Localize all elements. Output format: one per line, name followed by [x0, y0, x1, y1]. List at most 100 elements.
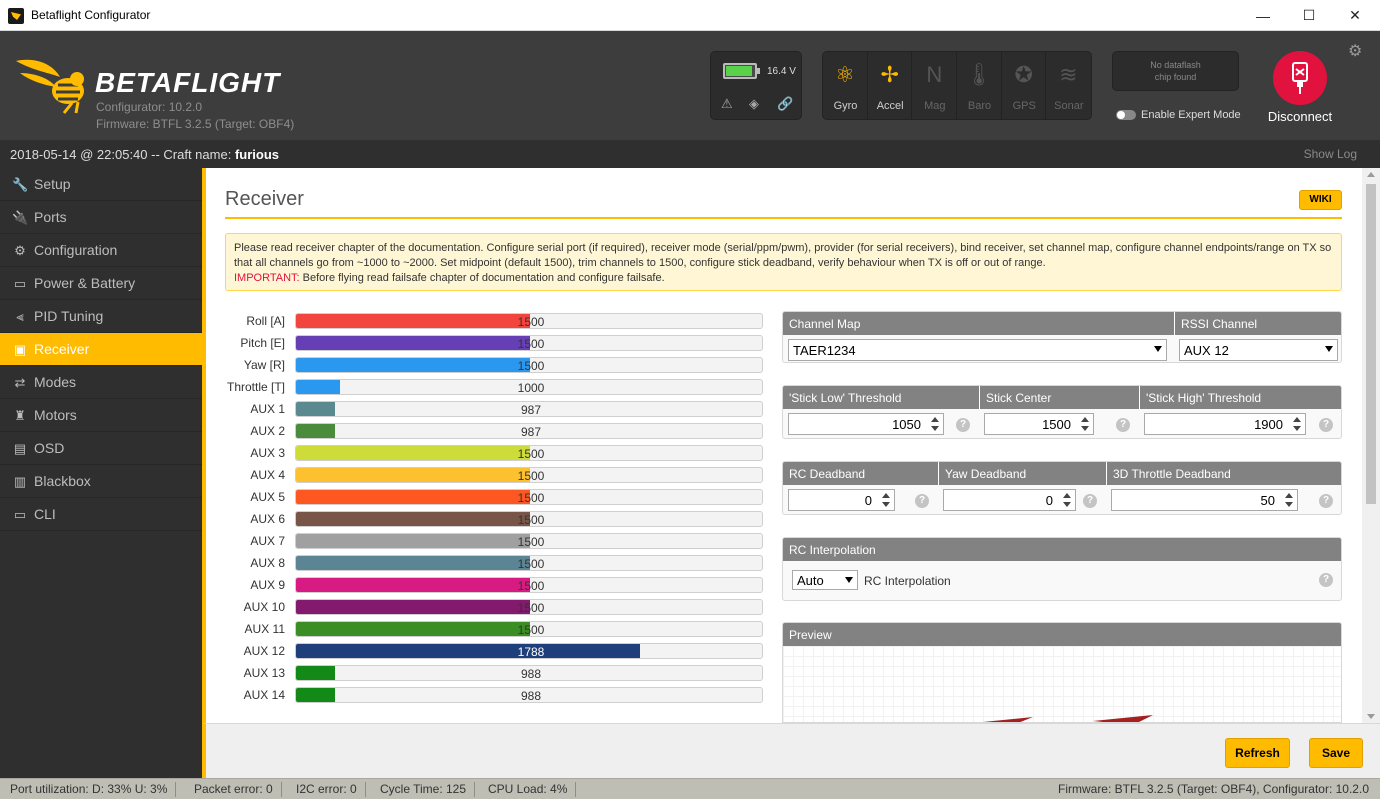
gear-icon[interactable]: ⚙: [1348, 41, 1362, 61]
disconnect-label[interactable]: Disconnect: [1254, 109, 1346, 124]
note-important-label: IMPORTANT:: [234, 272, 300, 284]
rc-deadband-input[interactable]: 0: [788, 489, 895, 511]
configuration-icon: ⚙: [14, 243, 26, 258]
content-scrollbar[interactable]: [1362, 168, 1380, 723]
sidebar-item-modes[interactable]: ⇄ Modes: [0, 366, 202, 399]
stepper-icon[interactable]: [1292, 416, 1302, 432]
help-icon[interactable]: ?: [1083, 494, 1097, 508]
sidebar-item-osd[interactable]: ▤ OSD: [0, 432, 202, 465]
channel-label: AUX 7: [250, 534, 285, 548]
channel-bar: 987: [295, 423, 763, 439]
sidebar-item-power-battery[interactable]: ▭ Power & Battery: [0, 267, 202, 300]
rssi-channel-select[interactable]: AUX 12: [1179, 339, 1338, 361]
sidebar-item-ports[interactable]: 🔌 Ports: [0, 201, 202, 234]
channel-label: AUX 8: [250, 556, 285, 570]
sensor-label: GPS: [1012, 100, 1036, 112]
stepper-icon[interactable]: [1284, 492, 1294, 508]
channel-bar: 1500: [295, 555, 763, 571]
help-icon[interactable]: ?: [1319, 573, 1333, 587]
rc-interpolation-select[interactable]: Auto: [792, 570, 858, 590]
ports-icon: 🔌: [12, 210, 29, 225]
close-button[interactable]: ✕: [1332, 0, 1378, 31]
stick-high-header: 'Stick High' Threshold: [1139, 386, 1341, 409]
stepper-icon[interactable]: [881, 492, 891, 508]
channel-label: AUX 10: [243, 600, 285, 614]
expert-mode-toggle[interactable]: Enable Expert Mode: [1116, 109, 1241, 121]
rc-interpolation-label: RC Interpolation: [864, 574, 951, 588]
disconnect-button[interactable]: [1273, 51, 1327, 105]
gps-sensor-icon: ✪: [1014, 62, 1033, 87]
sidebar-item-motors[interactable]: ♜ Motors: [0, 399, 202, 432]
sensor-label: Baro: [967, 100, 992, 112]
sidebar-item-label: PID Tuning: [34, 308, 104, 324]
setup-icon: 🔧: [12, 177, 29, 192]
stick-low-value: 1050: [892, 417, 921, 432]
stick-center-input[interactable]: 1500: [984, 413, 1094, 435]
receiver-instructions: Please read receiver chapter of the docu…: [225, 233, 1342, 291]
stick-low-input[interactable]: 1050: [788, 413, 944, 435]
throttle-3d-deadband-input[interactable]: 50: [1111, 489, 1298, 511]
sensor-label: Accel: [876, 100, 904, 112]
refresh-button[interactable]: Refresh: [1225, 738, 1290, 768]
stepper-icon[interactable]: [930, 416, 940, 432]
scroll-thumb[interactable]: [1366, 184, 1376, 504]
content-toolbar: Refresh Save: [202, 723, 1380, 778]
packet-error: Packet error: 0: [194, 782, 282, 797]
sidebar-item-pid-tuning[interactable]: ⫷ PID Tuning: [0, 300, 202, 333]
sidebar-item-configuration[interactable]: ⚙ Configuration: [0, 234, 202, 267]
scroll-down-icon[interactable]: [1367, 714, 1375, 719]
yaw-deadband-header: Yaw Deadband: [938, 462, 1106, 485]
maximize-button[interactable]: ☐: [1286, 0, 1332, 31]
sensor-panel: ⚛ Gyro ✢ Accel N Mag 🌡 Baro ✪ GPS ≋ Sonar: [822, 51, 1092, 120]
minimize-button[interactable]: —: [1240, 0, 1286, 31]
dataflash-status: No dataflash chip found: [1112, 51, 1239, 91]
sidebar-item-blackbox[interactable]: ▥ Blackbox: [0, 465, 202, 498]
channel-label: Throttle [T]: [226, 380, 285, 394]
channel-value: 1500: [517, 623, 545, 637]
channel-bar: 1000: [295, 379, 763, 395]
rc-interpolation-value: Auto: [797, 573, 824, 588]
scroll-up-icon[interactable]: [1367, 172, 1375, 177]
stick-low-header: 'Stick Low' Threshold: [783, 386, 979, 409]
channel-label: AUX 9: [250, 578, 285, 592]
sidebar-item-setup[interactable]: 🔧 Setup: [0, 168, 202, 201]
stick-high-input[interactable]: 1900: [1144, 413, 1306, 435]
wiki-button[interactable]: WIKI: [1299, 190, 1342, 210]
channel-map-header: Channel Map: [783, 312, 1174, 335]
help-icon[interactable]: ?: [956, 418, 970, 432]
channel-value: 1788: [517, 645, 545, 659]
craft-name: furious: [234, 147, 280, 162]
channel-label: AUX 14: [243, 688, 285, 702]
sensor-mag: N Mag: [912, 52, 958, 119]
sidebar-item-cli[interactable]: ▭ CLI: [0, 498, 202, 531]
cpu-load: CPU Load: 4%: [488, 782, 577, 797]
channel-label: AUX 13: [243, 666, 285, 680]
channel-label: Pitch [E]: [240, 336, 285, 350]
help-icon[interactable]: ?: [1319, 494, 1333, 508]
yaw-deadband-input[interactable]: 0: [943, 489, 1076, 511]
channel-value: 1500: [517, 535, 545, 549]
rc-deadband-header: RC Deadband: [783, 462, 938, 485]
firmware-info: Firmware: BTFL 3.2.5 (Target: OBF4): [96, 117, 295, 131]
channel-map-select[interactable]: TAER1234: [788, 339, 1167, 361]
battery-voltage: 16.4 V: [767, 66, 796, 77]
channel-label: Yaw [R]: [243, 358, 285, 372]
help-icon[interactable]: ?: [915, 494, 929, 508]
failsafe-icon: ◈: [749, 96, 759, 111]
help-icon[interactable]: ?: [1319, 418, 1333, 432]
deadbands-panel: RC Deadband Yaw Deadband 3D Throttle Dea…: [782, 461, 1342, 515]
sensor-sonar: ≋ Sonar: [1046, 52, 1091, 119]
stepper-icon[interactable]: [1080, 416, 1090, 432]
link-icon: 🔗: [777, 96, 794, 111]
betaflight-bee-logo-icon: [16, 59, 84, 114]
sonar-sensor-icon: ≋: [1059, 62, 1078, 87]
channel-map-panel: Channel Map RSSI Channel TAER1234 AUX 12: [782, 311, 1342, 363]
expert-mode-switch[interactable]: [1116, 110, 1136, 121]
sidebar-item-receiver[interactable]: ▣ Receiver: [0, 333, 202, 366]
save-button[interactable]: Save: [1309, 738, 1363, 768]
show-log-link[interactable]: Show Log: [1304, 147, 1357, 161]
sidebar-item-label: Blackbox: [34, 473, 91, 489]
app-icon: [8, 8, 24, 24]
help-icon[interactable]: ?: [1116, 418, 1130, 432]
stepper-icon[interactable]: [1062, 492, 1072, 508]
